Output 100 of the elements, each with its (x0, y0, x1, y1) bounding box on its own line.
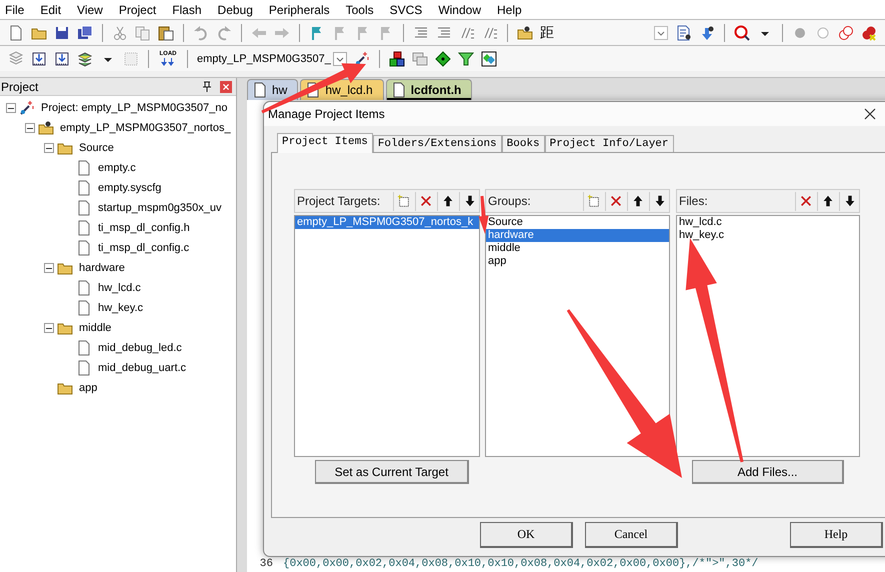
tree-item[interactable]: hw_lcd.c (98, 282, 141, 294)
menu-item[interactable]: Debug (218, 2, 253, 16)
file-icon (76, 180, 92, 196)
tree-item[interactable]: empty.syscfg (98, 182, 162, 194)
action-button[interactable]: Add Files... (692, 460, 844, 484)
save-icon[interactable] (54, 24, 70, 40)
dialog-tab[interactable]: Books (502, 135, 545, 152)
collapse-toggle[interactable] (6, 103, 16, 113)
menu-item[interactable]: Project (118, 2, 156, 16)
tree-item[interactable]: empty_LP_MSPM0G3507_nortos_ (60, 122, 231, 134)
panel-title: Project (1, 80, 38, 94)
tree-item[interactable]: Project: empty_LP_MSPM0G3507_no (41, 102, 228, 114)
file-icon (76, 240, 92, 256)
menu-item[interactable]: File (5, 2, 24, 16)
menu-item[interactable]: Help (497, 2, 522, 16)
document-search-icon[interactable] (676, 24, 692, 40)
tree-item[interactable]: mid_debug_uart.c (98, 362, 186, 374)
list-item[interactable]: middle (486, 242, 669, 255)
chevron-icon[interactable] (332, 52, 347, 66)
file-icon (76, 280, 92, 296)
ring-pair-icon[interactable] (838, 24, 854, 40)
layers-icon[interactable] (77, 50, 93, 66)
scissors-icon[interactable] (112, 24, 128, 40)
diamonds-icon[interactable] (480, 50, 497, 66)
dialog-button[interactable]: Help (790, 522, 883, 548)
tree-item[interactable]: empty.c (98, 162, 136, 174)
dialog-title: Manage Project Items (268, 107, 385, 121)
new-item-icon (396, 194, 410, 208)
list-item[interactable]: hardware (486, 229, 669, 242)
list-item[interactable]: app (486, 255, 669, 268)
delete-icon (608, 194, 622, 208)
list-item[interactable]: Source (486, 216, 669, 229)
toolbar-button[interactable]: 距 (540, 24, 554, 42)
file-icon (76, 220, 92, 236)
collapse-toggle[interactable] (25, 123, 35, 133)
windows-icon[interactable] (412, 50, 428, 66)
list-item[interactable]: empty_LP_MSPM0G3507_nortos_k (295, 216, 479, 229)
new-item-icon (586, 194, 600, 208)
line-number: 36 (258, 557, 273, 571)
menu-item[interactable]: SVCS (390, 2, 422, 16)
tree-item[interactable]: ti_msp_dl_config.c (98, 242, 190, 254)
new-file-icon[interactable] (8, 24, 24, 40)
tree-item[interactable]: app (79, 382, 98, 394)
cubes-icon[interactable] (388, 50, 405, 66)
menu-item[interactable]: Tools (346, 2, 374, 16)
tree-item[interactable]: mid_debug_led.c (98, 342, 182, 354)
dialog-button[interactable]: OK (480, 522, 573, 548)
dialog-tab[interactable]: Project Items (277, 133, 373, 153)
delete-icon (418, 194, 432, 208)
annotation-arrow (478, 196, 489, 234)
dialog-button[interactable]: Cancel (585, 522, 678, 548)
list-label: Files: (679, 194, 708, 208)
file-icon (76, 200, 92, 216)
file-tab[interactable]: lcdfont.h (386, 79, 472, 100)
file-icon (76, 300, 92, 316)
down-arrows-icon (160, 58, 176, 66)
pin-icon[interactable] (202, 80, 212, 92)
menu-item[interactable]: Window (438, 2, 481, 16)
list-label: Project Targets: (297, 194, 380, 208)
list-item[interactable]: hw_key.c (677, 229, 859, 242)
outdent-lines-icon[interactable] (436, 24, 452, 40)
close-icon[interactable] (864, 108, 876, 120)
stack-icon[interactable] (8, 50, 24, 66)
list-item[interactable]: hw_lcd.c (677, 216, 859, 229)
magnifier-icon[interactable] (734, 24, 750, 40)
target-select[interactable]: empty_LP_MSPM0G3507_ (197, 48, 347, 68)
tree-item[interactable]: hw_key.c (98, 302, 144, 314)
dropdown-icon[interactable] (653, 24, 669, 40)
file-icon (76, 340, 92, 356)
action-button[interactable]: Set as Current Target (315, 460, 469, 484)
menu-item[interactable]: Peripherals (268, 2, 330, 16)
file-icon (252, 82, 268, 98)
dialog-tab[interactable]: Project Info/Layer (544, 135, 674, 152)
build-icon[interactable] (31, 50, 47, 66)
tree-item[interactable]: ti_msp_dl_config.h (98, 222, 190, 234)
file-icon (390, 82, 407, 98)
crossed-circles-icon[interactable] (861, 24, 877, 40)
clipboard-icon[interactable] (158, 24, 174, 40)
menu-item[interactable]: Flash (172, 2, 202, 16)
collapse-toggle[interactable] (44, 323, 54, 333)
funnel-icon[interactable] (458, 50, 474, 66)
save-all-icon[interactable] (77, 24, 93, 40)
menu-item[interactable]: Edit (40, 2, 62, 16)
tree-item[interactable]: middle (79, 322, 112, 334)
dialog-tab[interactable]: Folders/Extensions (372, 135, 502, 152)
file-tab[interactable]: hw (247, 79, 298, 100)
diamond-icon[interactable] (434, 50, 451, 66)
download-arrow-icon[interactable] (699, 24, 715, 40)
tree-item[interactable]: hardware (79, 262, 125, 274)
indent-lines-icon[interactable] (413, 24, 429, 40)
collapse-toggle[interactable] (44, 143, 54, 153)
list-label: Groups: (488, 194, 531, 208)
menu-item[interactable]: View (77, 2, 103, 16)
collapse-toggle[interactable] (44, 263, 54, 273)
tree-item[interactable]: startup_mspm0g350x_uv (98, 202, 222, 214)
code-line: {0x00,0x00,0x02,0x04,0x08,0x10,0x10,0x08,0x04,0x02,0x00,0x00},/*">",30*/ (283, 557, 758, 571)
project-icon (19, 100, 35, 116)
tree-item[interactable]: Source (79, 142, 114, 154)
file-icon (76, 160, 92, 176)
file-icon (76, 360, 92, 376)
